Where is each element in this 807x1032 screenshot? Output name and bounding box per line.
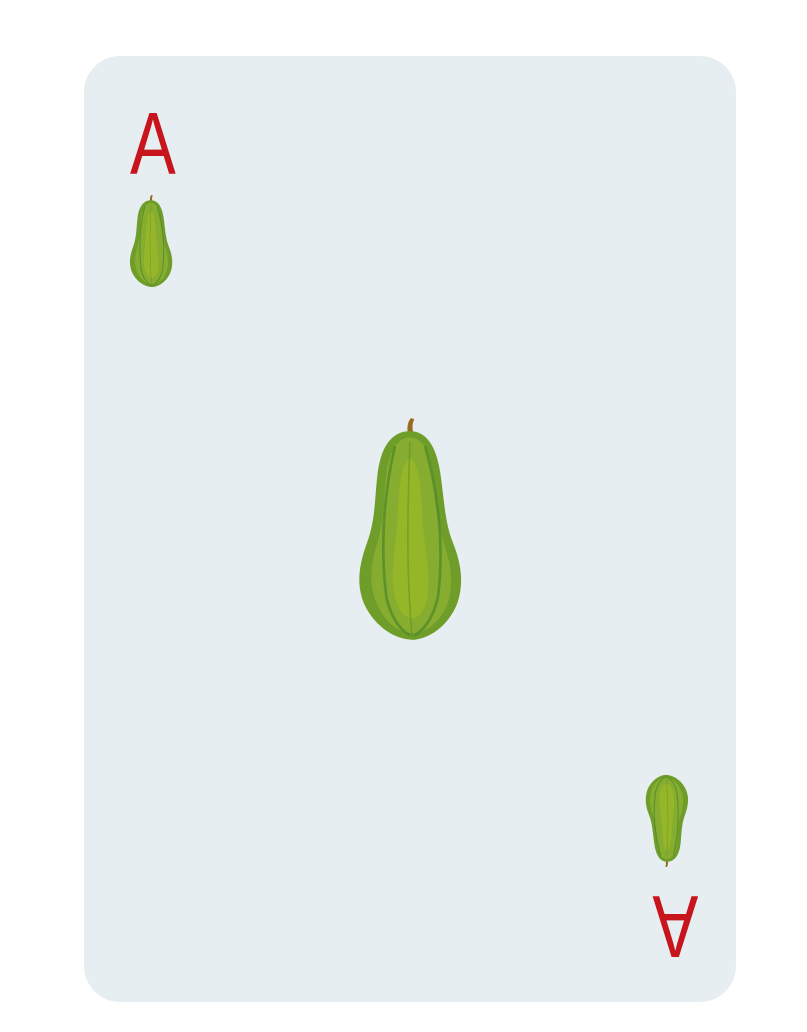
playing-card[interactable]: A A xyxy=(84,56,736,1002)
rank-bottom-right: A xyxy=(652,877,699,976)
papaya-icon xyxy=(645,774,689,868)
rank-top-left: A xyxy=(130,94,176,193)
papaya-icon xyxy=(357,416,463,642)
papaya-icon xyxy=(129,194,173,288)
